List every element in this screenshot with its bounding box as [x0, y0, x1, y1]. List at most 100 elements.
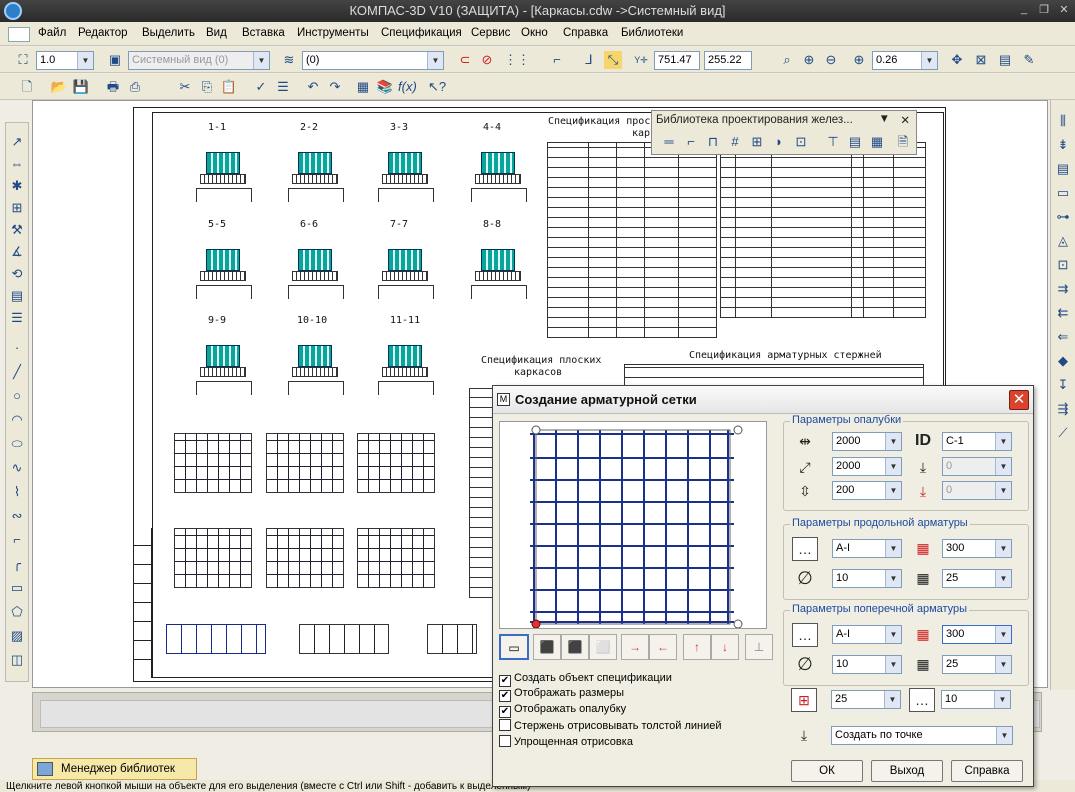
lib-tool-13-icon[interactable]: ⇶: [1054, 400, 1072, 418]
mesh-icon[interactable]: #: [726, 133, 744, 151]
spec-icon[interactable]: ▤: [8, 287, 26, 305]
circle-icon[interactable]: ○: [8, 387, 26, 405]
help-button[interactable]: Справка: [951, 760, 1023, 782]
trans-diameter-select[interactable]: 10 ▼: [832, 655, 902, 674]
lib-tool-4-icon[interactable]: ▭: [1054, 184, 1072, 202]
lib-tool-11-icon[interactable]: ◆: [1054, 352, 1072, 370]
ok-button[interactable]: ОК: [791, 760, 863, 782]
lib-tool-8-icon[interactable]: ⇉: [1054, 280, 1072, 298]
grid-icon[interactable]: ⋮⋮: [504, 51, 530, 69]
checkbox-checked-icon[interactable]: ✔: [499, 706, 511, 718]
disabled-select-2[interactable]: 0 ▼: [942, 481, 1012, 500]
round-icon[interactable]: ⤡: [604, 51, 622, 69]
scale-select[interactable]: 1.0 ▼: [36, 51, 94, 70]
select-icon[interactable]: ⟲: [8, 265, 26, 283]
checkbox-checked-icon[interactable]: ✔: [499, 675, 511, 687]
layer-top-button[interactable]: ⬛: [561, 634, 589, 660]
close-icon[interactable]: ✕: [1056, 3, 1072, 17]
save-icon[interactable]: 💾: [72, 78, 90, 96]
chamfer-icon[interactable]: ⌐: [8, 531, 26, 549]
open-icon[interactable]: 📂: [50, 78, 68, 96]
ellipse-icon[interactable]: ⬭: [8, 435, 26, 453]
formwork-thickness-select[interactable]: 200 ▼: [832, 481, 902, 500]
polygon-icon[interactable]: ⬠: [8, 603, 26, 621]
param-icon[interactable]: ⚒: [8, 221, 26, 239]
lib-tool-3-icon[interactable]: ▤: [1054, 160, 1072, 178]
snap-off-icon[interactable]: ⊘: [478, 51, 496, 69]
chevron-down-icon[interactable]: ▼: [879, 113, 890, 125]
preview-icon[interactable]: ⎙: [126, 78, 144, 96]
layer-mid-button[interactable]: ⬜: [589, 634, 617, 660]
list-icon[interactable]: ☰: [274, 78, 292, 96]
print-icon[interactable]: 🖶: [104, 78, 122, 96]
rectangle-icon[interactable]: ▭: [8, 579, 26, 597]
lib-tool-12-icon[interactable]: ↧: [1054, 376, 1072, 394]
checkbox-checked-icon[interactable]: ✔: [499, 690, 511, 702]
measure-icon[interactable]: ∡: [8, 243, 26, 261]
document-icon[interactable]: 🗎: [894, 133, 912, 151]
table-icon[interactable]: ⊤: [824, 133, 842, 151]
zoom-window-icon[interactable]: ⌕: [778, 51, 796, 69]
zoom-out-icon[interactable]: ⊖: [822, 51, 840, 69]
polyline-icon[interactable]: ⌇: [8, 483, 26, 501]
arc-icon[interactable]: ◠: [8, 411, 26, 429]
bent-bar-icon[interactable]: ⌐: [682, 133, 700, 151]
offset-select[interactable]: 10 ▼: [941, 690, 1011, 709]
bezier-icon[interactable]: ∾: [8, 507, 26, 525]
view-select[interactable]: Системный вид (0) ▼: [128, 51, 270, 70]
redo-icon[interactable]: ↷: [326, 78, 344, 96]
lib-tool-14-icon[interactable]: ⟋: [1054, 424, 1072, 442]
check-show-dimensions[interactable]: ✔ Отображать размеры: [499, 687, 769, 702]
lib-tool-2-icon[interactable]: ⇟: [1054, 136, 1072, 154]
coord-y-field[interactable]: 255.22: [704, 51, 752, 70]
offset-icon[interactable]: …: [909, 688, 935, 712]
contour-icon[interactable]: ◫: [8, 651, 26, 669]
lib-tool-1-icon[interactable]: ⫼: [1054, 112, 1072, 130]
properties-icon[interactable]: ✎: [1020, 51, 1038, 69]
close-icon[interactable]: ✕: [1009, 390, 1029, 410]
manager-icon[interactable]: ▦: [354, 78, 372, 96]
undo-icon[interactable]: ↶: [304, 78, 322, 96]
checkbox-unchecked-icon[interactable]: [499, 735, 511, 747]
cut-icon[interactable]: ✂: [176, 78, 194, 96]
format-icon[interactable]: ✓: [252, 78, 270, 96]
magnet-icon[interactable]: ⊂: [456, 51, 474, 69]
dimensions-icon[interactable]: ⇔: [8, 155, 26, 173]
arrow-right-button[interactable]: →: [621, 634, 649, 660]
local-cs-icon[interactable]: ⌐: [548, 51, 566, 69]
long-class-select[interactable]: A-I ▼: [832, 539, 902, 558]
fit-icon[interactable]: ⊠: [972, 51, 990, 69]
outline-mode-button[interactable]: ▭: [499, 634, 529, 660]
edit-icon[interactable]: ⊞: [8, 199, 26, 217]
library-icon[interactable]: 📚: [376, 78, 394, 96]
formwork-length-select[interactable]: 2000 ▼: [832, 457, 902, 476]
lib-tool-6-icon[interactable]: ◬: [1054, 232, 1072, 250]
cover-select[interactable]: 25 ▼: [831, 690, 901, 709]
lib-tool-9-icon[interactable]: ⇇: [1054, 304, 1072, 322]
check-show-formwork[interactable]: ✔ Отображать опалубку: [499, 703, 769, 718]
report-icon[interactable]: ☰: [8, 309, 26, 327]
ortho-icon[interactable]: ⅃: [580, 51, 598, 69]
zoom-select[interactable]: 0.26 ▼: [872, 51, 938, 70]
placement-mode-select[interactable]: Создать по точке ▼: [831, 726, 1013, 745]
menu-file[interactable]: Файл: [38, 27, 66, 39]
fillet-icon[interactable]: ╭: [8, 555, 26, 573]
long-diameter-select[interactable]: 10 ▼: [832, 569, 902, 588]
library-manager-tab[interactable]: Менеджер библиотек: [32, 758, 197, 780]
copy-icon[interactable]: ⎘: [198, 78, 216, 96]
check-simplified[interactable]: Упрощенная отрисовка: [499, 735, 769, 750]
hatch-icon[interactable]: ▨: [8, 627, 26, 645]
menu-help[interactable]: Справка: [563, 27, 608, 39]
pan-icon[interactable]: ✥: [948, 51, 966, 69]
check-create-spec[interactable]: ✔ Создать объект спецификации: [499, 672, 769, 687]
paste-icon[interactable]: 📋: [220, 78, 238, 96]
shape-icon[interactable]: ◗: [770, 133, 788, 151]
lib-tool-5-icon[interactable]: ⊶: [1054, 208, 1072, 226]
view-icon[interactable]: ▣: [106, 51, 124, 69]
trans-step-select[interactable]: 300 ▼: [942, 625, 1012, 644]
clamp-icon[interactable]: ⊓: [704, 133, 722, 151]
long-step-select[interactable]: 300 ▼: [942, 539, 1012, 558]
formwork-width-select[interactable]: 2000 ▼: [832, 432, 902, 451]
menu-spec[interactable]: Спецификация: [381, 27, 462, 39]
menu-select[interactable]: Выделить: [142, 27, 195, 39]
